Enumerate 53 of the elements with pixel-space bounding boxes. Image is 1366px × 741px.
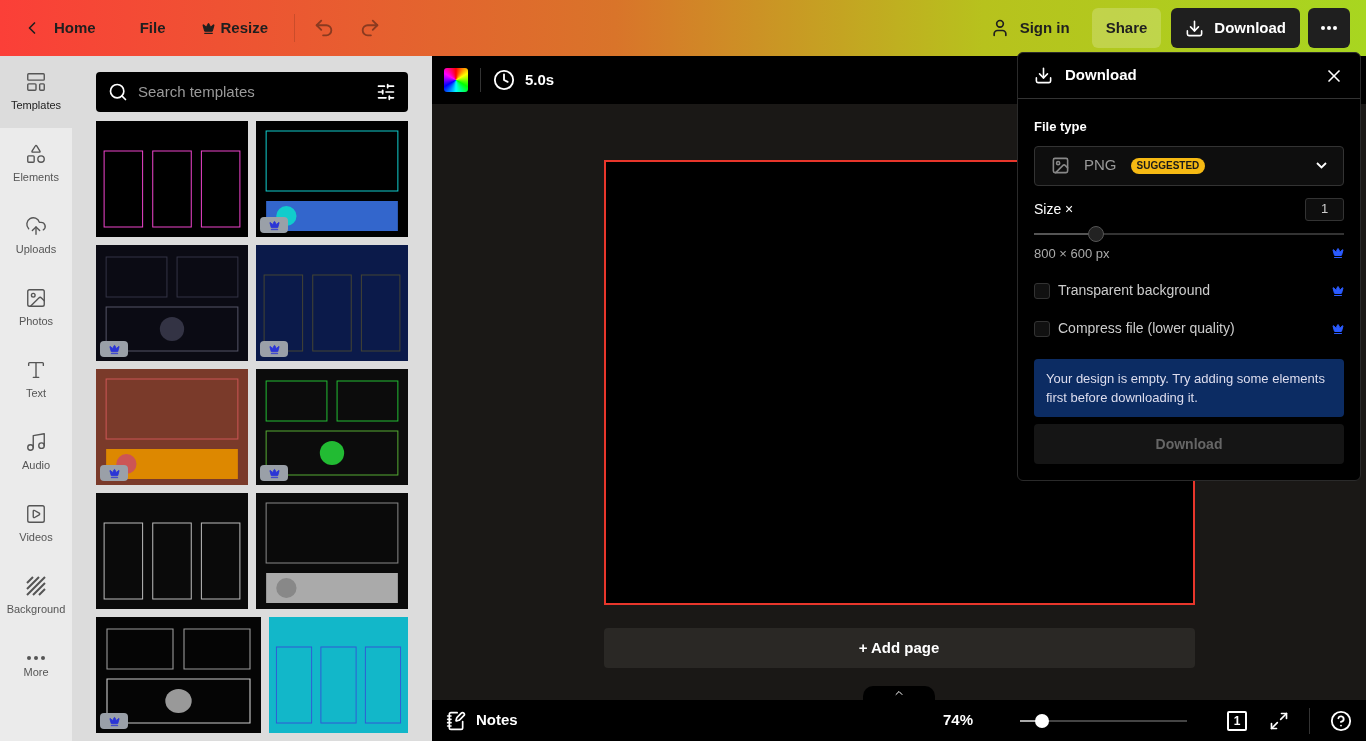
more-button[interactable] [1308, 8, 1350, 48]
music-note-icon [25, 430, 47, 453]
chevron-down-icon [1316, 162, 1327, 169]
panel-title: Download [1065, 65, 1137, 86]
checkbox[interactable] [1034, 282, 1050, 299]
file-menu[interactable]: File [127, 8, 178, 48]
duration-label[interactable]: 5.0s [525, 68, 555, 92]
file-type-label: File type [1034, 118, 1088, 136]
resize-button[interactable]: Resize [189, 8, 281, 48]
color-swatch[interactable] [444, 68, 468, 92]
suggested-badge: SUGGESTED [1130, 157, 1206, 174]
checkbox[interactable] [1034, 320, 1050, 337]
layout-icon [25, 70, 47, 93]
option-label[interactable]: Compress file (lower quality) [1058, 318, 1235, 339]
page-count[interactable]: 1 [1227, 710, 1247, 731]
sidebar-tab[interactable]: Templates [0, 56, 72, 128]
zoom-slider[interactable] [1020, 713, 1187, 728]
crown-icon [201, 21, 215, 35]
clock-icon[interactable] [493, 69, 515, 91]
add-page-button[interactable]: + Add page [603, 628, 1195, 668]
search-icon [108, 82, 128, 102]
stripes-icon [25, 574, 47, 597]
image-icon [25, 286, 47, 309]
crown-icon [1332, 247, 1344, 260]
size-slider[interactable] [1034, 225, 1344, 242]
search-field[interactable]: Search templates [138, 80, 366, 104]
search-bar[interactable]: Search templates [96, 72, 408, 112]
shapes-icon [25, 142, 47, 165]
sign-in-button[interactable]: Sign in [979, 8, 1080, 48]
dimensions-text: 800 × 600 px [1034, 244, 1110, 263]
video-icon [25, 502, 47, 525]
cloud-upload-icon [25, 214, 47, 237]
zoom-level[interactable]: 74% [942, 709, 973, 732]
help-icon[interactable] [1330, 709, 1352, 732]
image-icon [1051, 156, 1070, 175]
file-type-dropdown[interactable]: PNG SUGGESTED [1034, 145, 1344, 186]
filter-icon[interactable] [376, 82, 396, 102]
notes-button[interactable]: Notes [446, 709, 518, 732]
crown-icon [1332, 322, 1344, 335]
download-icon [1034, 66, 1053, 85]
crown-icon [1332, 284, 1344, 297]
size-label: Size × [1034, 199, 1074, 219]
fullscreen-icon[interactable] [1269, 710, 1289, 731]
option-label[interactable]: Transparent background [1058, 280, 1211, 301]
notes-icon [446, 710, 466, 731]
share-button[interactable]: Share [1091, 8, 1162, 48]
download-icon [1185, 18, 1205, 38]
size-field[interactable]: 1 [1305, 197, 1344, 221]
empty-design-notice: Your design is empty. Try adding some elements first before downloading it. [1034, 359, 1344, 417]
more-icon [27, 655, 45, 660]
download-button[interactable]: Download [1171, 8, 1300, 48]
more-icon [1321, 26, 1337, 30]
home-button[interactable]: Home [16, 8, 102, 48]
